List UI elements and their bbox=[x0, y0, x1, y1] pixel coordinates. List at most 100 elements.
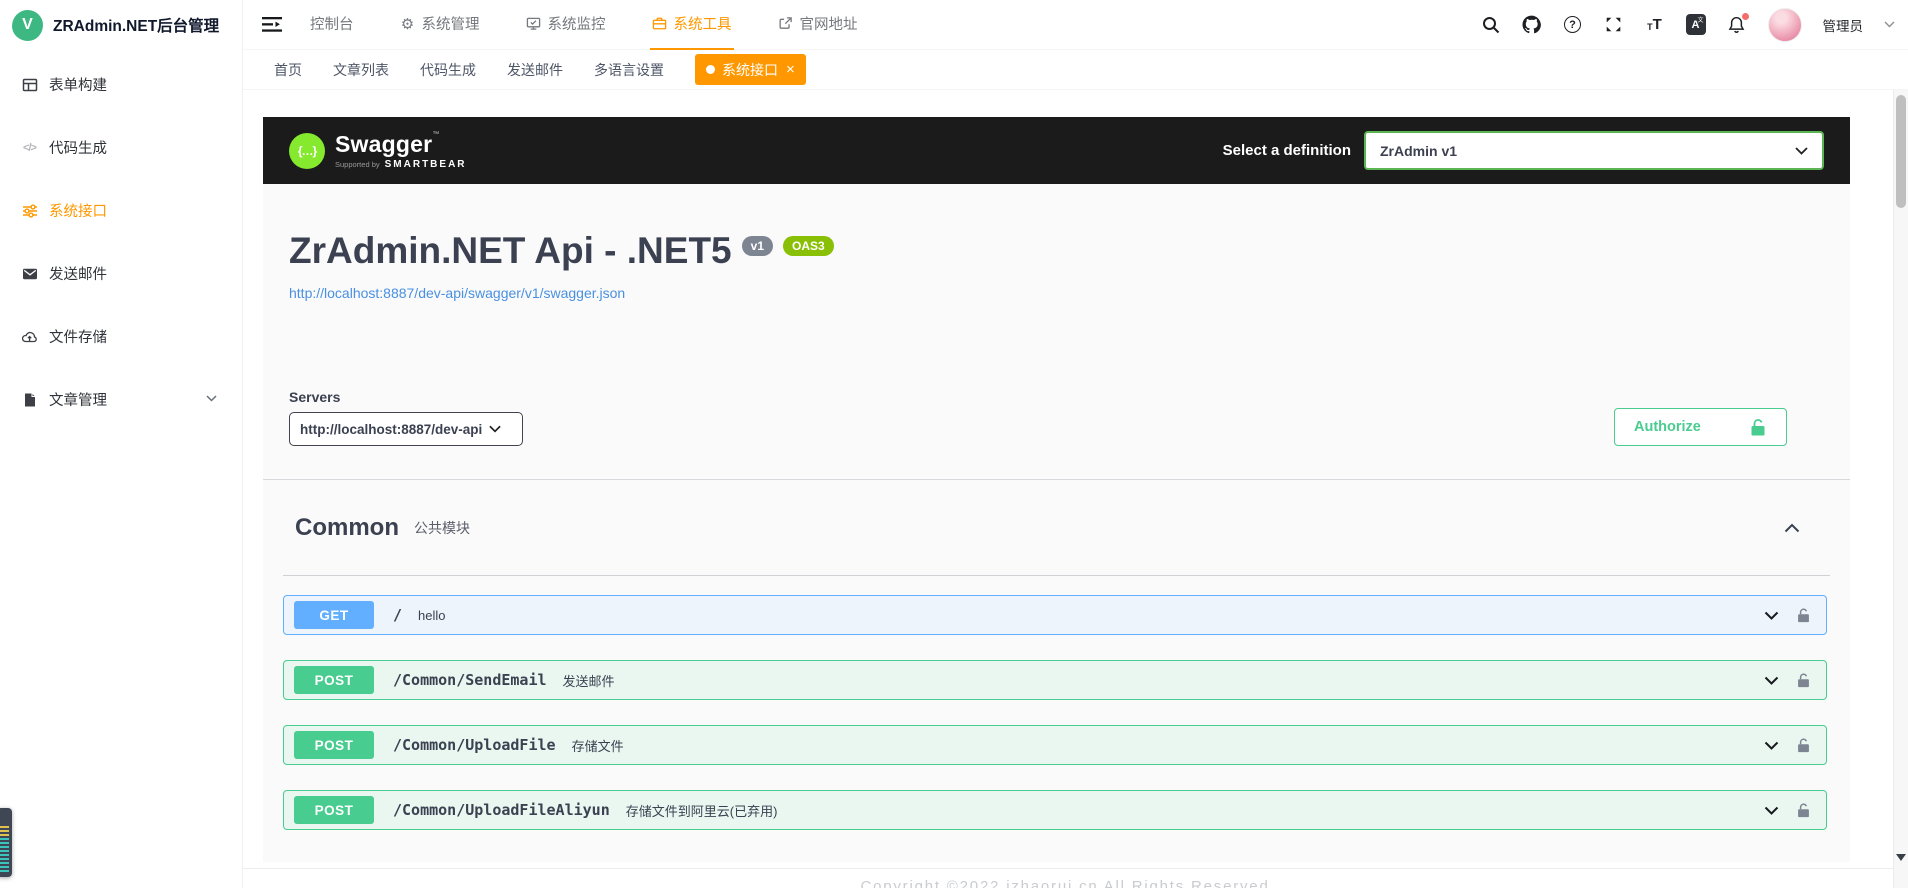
swagger-logo: {…} Swagger™ Supported by SMARTBEAR bbox=[289, 131, 467, 170]
op-path: /Common/UploadFile bbox=[393, 736, 556, 754]
external-link-icon bbox=[778, 16, 794, 32]
swagger-brand-text: Swagger bbox=[335, 131, 432, 157]
op-row-get-hello[interactable]: GET / hello bbox=[283, 595, 1827, 635]
fullscreen-icon[interactable] bbox=[1604, 15, 1624, 35]
servers-block: Servers http://localhost:8887/dev-api bbox=[289, 389, 523, 446]
sidebar-item-label: 表单构建 bbox=[49, 74, 107, 95]
nav-item-system-tools[interactable]: 系统工具 bbox=[650, 0, 734, 50]
translate-sub-glyph: 文 bbox=[1697, 15, 1703, 24]
op-row-post-uploadfile[interactable]: POST /Common/UploadFile 存储文件 bbox=[283, 725, 1827, 765]
chevron-up-icon[interactable] bbox=[1784, 523, 1800, 533]
sidebar-item-article-mgmt[interactable]: 文章管理 bbox=[0, 368, 242, 431]
envelope-icon bbox=[21, 265, 38, 282]
server-select[interactable]: http://localhost:8887/dev-api bbox=[289, 412, 523, 446]
lock-icon[interactable] bbox=[1796, 607, 1811, 624]
chevron-down-icon[interactable] bbox=[1884, 21, 1895, 28]
section-subtitle: 公共模块 bbox=[414, 518, 470, 538]
nav-item-system-mgmt[interactable]: ⚙ 系统管理 bbox=[398, 0, 482, 50]
nav-item-label: 控制台 bbox=[310, 13, 354, 34]
main-content: {…} Swagger™ Supported by SMARTBEAR Sele… bbox=[243, 90, 1893, 888]
sidebar-item-label: 文章管理 bbox=[49, 389, 107, 410]
op-description: hello bbox=[418, 608, 445, 623]
app-title: ZRAdmin.NET后台管理 bbox=[53, 14, 219, 36]
vertical-scrollbar[interactable] bbox=[1893, 90, 1908, 888]
active-dot-icon bbox=[706, 65, 715, 74]
supported-by-text: Supported by bbox=[335, 160, 380, 169]
swagger-ui: {…} Swagger™ Supported by SMARTBEAR Sele… bbox=[263, 117, 1850, 862]
definition-select[interactable]: ZrAdmin v1 bbox=[1364, 131, 1824, 170]
tab-i18n-settings[interactable]: 多语言设置 bbox=[594, 60, 664, 80]
tab-label: 系统接口 bbox=[722, 60, 778, 80]
search-icon[interactable] bbox=[1481, 15, 1501, 35]
lock-icon[interactable] bbox=[1796, 737, 1811, 754]
code-icon: </> bbox=[21, 139, 38, 156]
sidebar-item-form-builder[interactable]: 表单构建 bbox=[0, 53, 242, 116]
tab-code-gen[interactable]: 代码生成 bbox=[420, 60, 476, 80]
chevron-down-icon[interactable] bbox=[1764, 741, 1779, 750]
nav-item-system-monitor[interactable]: 系统监控 bbox=[524, 0, 608, 50]
cloud-upload-icon bbox=[21, 328, 38, 345]
gear-icon: ⚙ bbox=[400, 16, 416, 32]
font-size-icon[interactable]: TT bbox=[1645, 15, 1665, 35]
smartbear-text: SMARTBEAR bbox=[385, 159, 467, 170]
sidebar-item-code-gen[interactable]: </> 代码生成 bbox=[0, 116, 242, 179]
navbar-tools: ? TT A文 管理员 bbox=[1481, 8, 1908, 42]
bell-icon[interactable] bbox=[1727, 15, 1747, 35]
nav-item-official-site[interactable]: 官网地址 bbox=[776, 0, 860, 50]
github-icon[interactable] bbox=[1522, 15, 1542, 35]
method-badge: POST bbox=[294, 666, 374, 694]
brand-row[interactable]: V ZRAdmin.NET后台管理 bbox=[0, 0, 242, 50]
spec-url-link[interactable]: http://localhost:8887/dev-api/swagger/v1… bbox=[289, 285, 625, 301]
devtools-pill[interactable] bbox=[0, 808, 12, 877]
tab-send-mail[interactable]: 发送邮件 bbox=[507, 60, 563, 80]
tab-home[interactable]: 首页 bbox=[274, 60, 302, 80]
authorize-label: Authorize bbox=[1634, 419, 1701, 435]
section-title: Common bbox=[295, 514, 399, 542]
definition-value: ZrAdmin v1 bbox=[1380, 143, 1457, 159]
lock-icon[interactable] bbox=[1796, 672, 1811, 689]
chevron-down-icon[interactable] bbox=[1764, 676, 1779, 685]
user-name[interactable]: 管理员 bbox=[1823, 15, 1864, 35]
copyright-text: Copyright ©2022 izhaorui.cn All Rights R… bbox=[860, 878, 1275, 888]
sidebar-item-file-storage[interactable]: 文件存储 bbox=[0, 305, 242, 368]
translate-icon[interactable]: A文 bbox=[1686, 15, 1706, 35]
version-badge: v1 bbox=[742, 236, 773, 256]
op-description: 存储文件 bbox=[572, 736, 624, 755]
chevron-down-icon[interactable] bbox=[1764, 806, 1779, 815]
op-row-post-sendemail[interactable]: POST /Common/SendEmail 发送邮件 bbox=[283, 660, 1827, 700]
chevron-down-icon bbox=[206, 395, 217, 402]
sidebar-item-label: 系统接口 bbox=[49, 200, 107, 221]
font-big-glyph: T bbox=[1653, 16, 1662, 33]
page-footer: Copyright ©2022 izhaorui.cn All Rights R… bbox=[243, 868, 1893, 888]
op-path: /Common/SendEmail bbox=[393, 671, 547, 689]
avatar[interactable] bbox=[1768, 8, 1802, 42]
devtools-stripes bbox=[0, 826, 9, 836]
chevron-down-icon bbox=[489, 425, 501, 433]
tab-article-list[interactable]: 文章列表 bbox=[333, 60, 389, 80]
close-icon[interactable]: × bbox=[786, 62, 795, 77]
unlock-icon bbox=[1749, 418, 1767, 437]
chevron-down-icon[interactable] bbox=[1764, 611, 1779, 620]
sidebar-item-system-api[interactable]: 系统接口 bbox=[0, 179, 242, 242]
op-path: / bbox=[393, 606, 402, 624]
sidebar-item-send-mail[interactable]: 发送邮件 bbox=[0, 242, 242, 305]
sidebar-menu: 表单构建 </> 代码生成 系统接口 发送邮件 bbox=[0, 53, 242, 431]
scrollbar-thumb[interactable] bbox=[1896, 95, 1906, 208]
authorize-button[interactable]: Authorize bbox=[1614, 408, 1787, 446]
api-title: ZrAdmin.NET Api - .NET5 bbox=[289, 230, 732, 272]
nav-item-label: 官网地址 bbox=[800, 13, 858, 34]
tab-system-api-active[interactable]: 系统接口 × bbox=[695, 54, 806, 85]
op-row-post-uploadfile-aliyun[interactable]: POST /Common/UploadFileAliyun 存储文件到阿里云(已… bbox=[283, 790, 1827, 830]
method-badge: GET bbox=[294, 601, 374, 629]
scheme-container: Servers http://localhost:8887/dev-api Au… bbox=[263, 389, 1850, 446]
sidebar-fold-icon[interactable] bbox=[262, 16, 284, 34]
help-icon[interactable]: ? bbox=[1563, 15, 1583, 35]
lock-icon[interactable] bbox=[1796, 802, 1811, 819]
nav-item-console[interactable]: 控制台 bbox=[308, 0, 356, 50]
scrollbar-down-arrow[interactable] bbox=[1896, 854, 1906, 861]
method-badge: POST bbox=[294, 796, 374, 824]
app-logo: V bbox=[12, 10, 43, 41]
section-header[interactable]: Common 公共模块 bbox=[283, 480, 1830, 576]
question-glyph: ? bbox=[1564, 16, 1581, 33]
sliders-icon bbox=[21, 202, 38, 219]
